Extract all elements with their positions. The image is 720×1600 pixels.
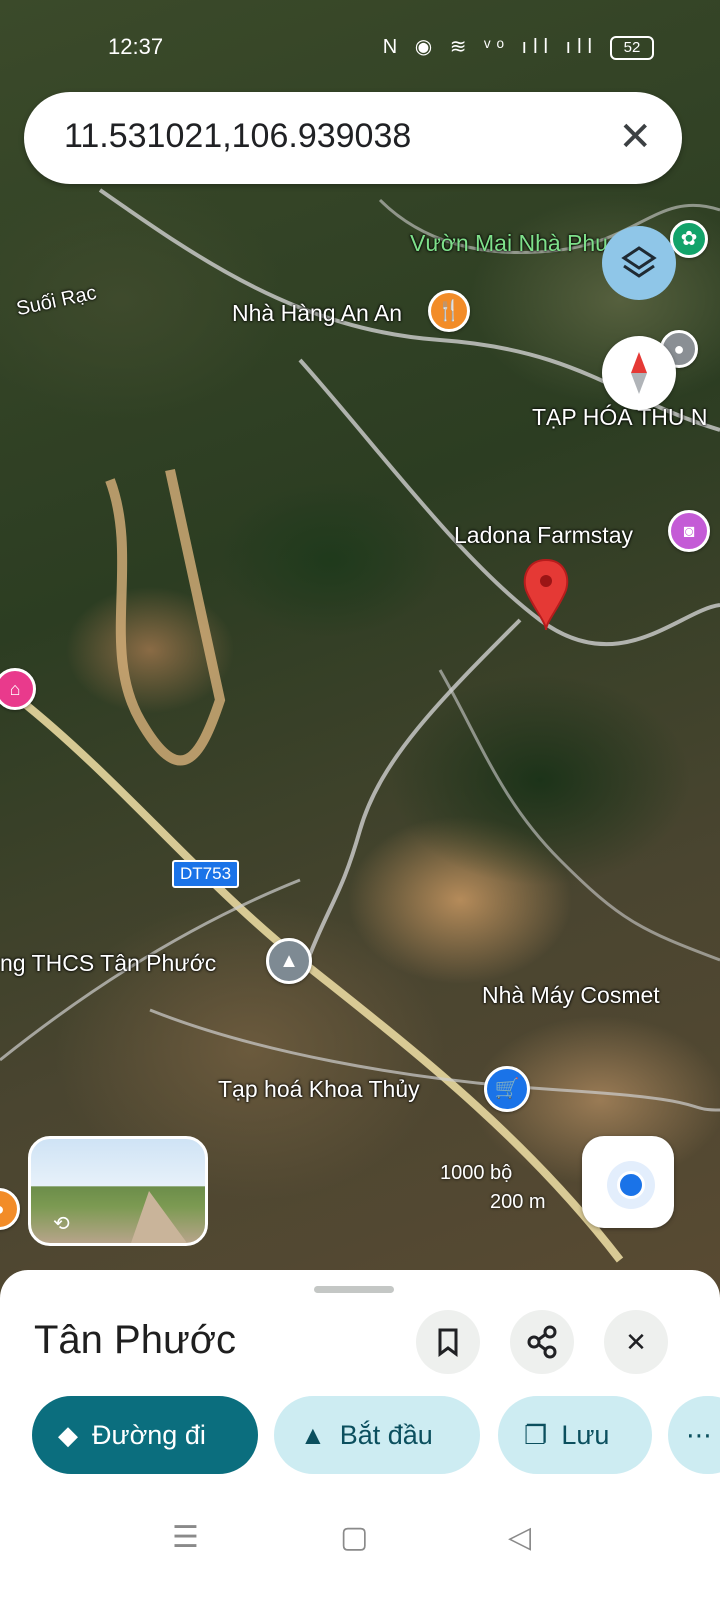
back-triangle-icon[interactable]: ◁ [508, 1520, 531, 1555]
layers-button[interactable] [602, 226, 676, 300]
menu-icon[interactable]: ☰ [172, 1520, 199, 1555]
rotate-360-icon: ⟲ [53, 1213, 70, 1235]
my-location-button[interactable] [582, 1136, 674, 1228]
share-button[interactable] [510, 1310, 574, 1374]
map-roads [0, 188, 720, 1263]
sheet-drag-handle[interactable] [314, 1286, 394, 1293]
map-label-nha-may[interactable]: Nhà Máy Cosmet [482, 982, 660, 1009]
map-label-tap-hoa-khoa[interactable]: Tạp hoá Khoa Thủy [218, 1076, 420, 1103]
compass-button[interactable] [602, 336, 676, 410]
battery-icon: 52 [610, 36, 654, 60]
bookmark-icon [438, 1328, 458, 1357]
map-label-ladona[interactable]: Ladona Farmstay [454, 522, 633, 549]
start-label: Bắt đầu [339, 1420, 433, 1450]
street-view-thumbnail[interactable]: ⟲ [28, 1136, 208, 1246]
bookmark-icon: ❐ [524, 1420, 548, 1450]
road-dirt [105, 468, 226, 766]
poi-school-icon[interactable]: ▲ [266, 938, 312, 984]
directions-button[interactable]: ◆ Đường đi [32, 1396, 258, 1474]
map-scale: 1000 bộ 200 m [440, 1162, 546, 1214]
start-button[interactable]: ▲ Bắt đầu [274, 1396, 480, 1474]
search-bar[interactable]: 11.531021,106.939038 ✕ [24, 92, 682, 184]
my-location-icon [617, 1171, 645, 1199]
location-pin-icon [523, 558, 569, 631]
more-icon: ⋯ [686, 1420, 712, 1450]
close-icon: ✕ [625, 1327, 647, 1357]
directions-icon: ◆ [58, 1420, 78, 1450]
save-icon-button[interactable] [416, 1310, 480, 1374]
map-label-thcs[interactable]: ng THCS Tân Phước [0, 950, 216, 977]
save-button[interactable]: ❐ Lưu [498, 1396, 652, 1474]
poi-restaurant-icon[interactable]: 🍴 [428, 290, 470, 332]
status-icons: N ◉ ≋ ᵛᵒ ıll ıll [382, 36, 598, 58]
poi-shop-icon[interactable]: 🛒 [484, 1066, 530, 1112]
compass-icon [631, 352, 647, 394]
status-bar: 12:37 N ◉ ≋ ᵛᵒ ıll ıll 52 [0, 0, 720, 90]
scale-feet: 1000 bộ [440, 1162, 513, 1184]
map-label-vuon-mai[interactable]: Vườn Mai Nhà Phu [410, 230, 608, 257]
search-input[interactable]: 11.531021,106.939038 [64, 117, 411, 156]
navigation-arrow-icon: ▲ [300, 1420, 326, 1450]
map-label-nha-hang[interactable]: Nhà Hàng An An [232, 300, 402, 327]
satellite-map[interactable]: Vườn Mai Nhà Phu Suối Rạc Nhà Hàng An An… [0, 0, 720, 1330]
share-icon [527, 1325, 557, 1359]
road-shield-dt753: DT753 [172, 860, 240, 888]
street-view-road [131, 1191, 187, 1243]
home-square-icon[interactable]: ▢ [340, 1520, 368, 1555]
more-actions-button[interactable]: ⋯ [668, 1396, 720, 1474]
poi-camera-icon[interactable]: ◙ [668, 510, 710, 552]
road-secondary [298, 618, 522, 981]
layers-icon [621, 246, 657, 278]
scale-meters: 200 m [490, 1191, 546, 1213]
close-sheet-button[interactable]: ✕ [604, 1310, 668, 1374]
system-nav-bar: ☰ ▢ ◁ [0, 1490, 720, 1600]
save-label: Lưu [561, 1420, 610, 1450]
status-time: 12:37 [108, 34, 164, 59]
road-secondary [438, 669, 720, 962]
directions-label: Đường đi [92, 1420, 206, 1450]
place-title: Tân Phước [34, 1318, 236, 1362]
close-icon[interactable]: ✕ [618, 114, 652, 160]
